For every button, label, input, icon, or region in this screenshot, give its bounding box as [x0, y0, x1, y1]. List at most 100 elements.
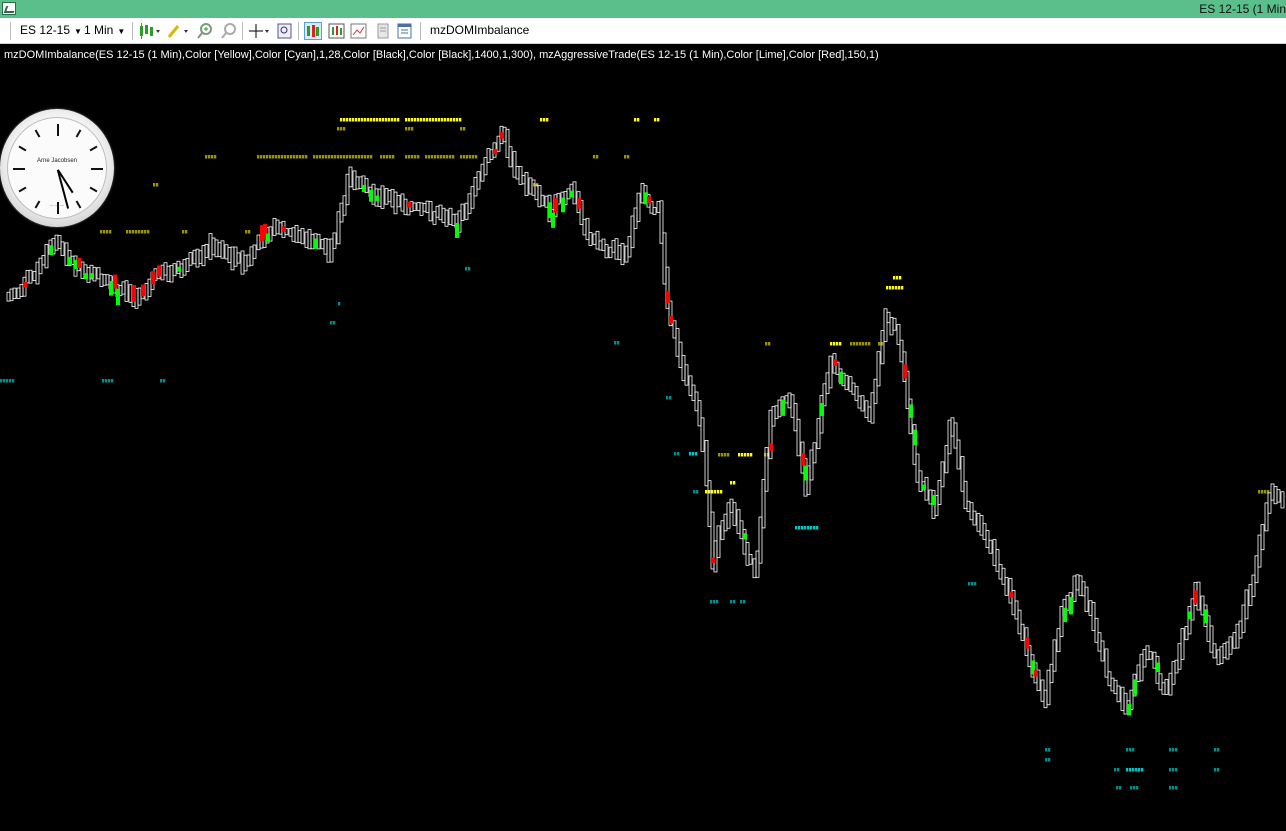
aggressive-sell-marker — [493, 149, 497, 155]
price-bar — [348, 166, 353, 188]
properties-button[interactable] — [374, 22, 392, 40]
aggressive-sell-marker — [801, 452, 805, 466]
ask-imbalance-marker — [358, 155, 361, 159]
ask-imbalance-marker — [901, 286, 904, 290]
zoom-out-button[interactable] — [220, 22, 238, 40]
price-bar — [326, 238, 331, 263]
ask-imbalance-marker — [747, 453, 750, 457]
chart-properties-button[interactable] — [396, 22, 414, 40]
zoom-in-button[interactable] — [196, 22, 214, 40]
price-bar — [528, 177, 533, 195]
price-bar — [1091, 602, 1096, 631]
indicator-label: mzDOMImbalance(ES 12-15 (1 Min),Color [Y… — [4, 49, 879, 61]
chart-trader-button[interactable] — [304, 22, 322, 40]
bid-imbalance-marker — [713, 600, 716, 604]
bid-imbalance-marker — [330, 321, 333, 325]
ask-imbalance-marker — [893, 276, 896, 280]
interval-dropdown[interactable]: 1 Min ▼ — [84, 23, 125, 37]
ask-imbalance-marker — [340, 127, 343, 131]
aggressive-sell-marker — [666, 291, 670, 304]
price-bar — [224, 244, 229, 260]
price-bar — [723, 513, 728, 532]
ask-imbalance-marker — [437, 155, 440, 159]
price-bar — [659, 200, 664, 244]
ask-imbalance-marker — [429, 118, 432, 122]
price-bar — [60, 241, 65, 256]
bid-imbalance-marker — [1141, 768, 1144, 772]
price-bar — [937, 480, 942, 505]
ask-imbalance-marker — [394, 118, 397, 122]
aggressive-buy-marker — [913, 429, 917, 446]
interval-label: 1 Min — [84, 23, 114, 37]
price-bar — [1225, 641, 1230, 660]
price-bar — [441, 207, 446, 223]
ask-imbalance-marker — [391, 118, 394, 122]
ask-imbalance-marker — [383, 155, 386, 159]
bid-imbalance-marker — [801, 526, 804, 530]
price-bar — [124, 280, 129, 302]
price-bar — [25, 270, 30, 284]
price-bar — [41, 255, 46, 266]
app-icon[interactable] — [2, 2, 16, 15]
price-bar — [518, 166, 523, 185]
ask-imbalance-marker — [343, 155, 346, 159]
bid-imbalance-marker — [798, 526, 801, 530]
bid-imbalance-marker — [1214, 748, 1217, 752]
ask-imbalance-marker — [839, 342, 842, 346]
ask-imbalance-marker — [423, 118, 426, 122]
drawing-tool-button[interactable] — [166, 22, 188, 40]
price-bar — [396, 195, 401, 208]
bid-imbalance-marker — [1130, 786, 1133, 790]
bid-imbalance-marker — [1132, 748, 1135, 752]
ask-imbalance-marker — [388, 118, 391, 122]
aggressive-buy-marker — [1133, 679, 1137, 695]
bid-imbalance-marker — [1172, 748, 1175, 752]
price-bar — [950, 417, 955, 437]
window-icon — [397, 23, 412, 39]
price-bar — [144, 283, 149, 301]
price-bar — [1180, 628, 1185, 660]
ask-imbalance-marker — [1258, 490, 1261, 494]
ask-imbalance-marker — [459, 118, 462, 122]
aggressive-buy-marker — [455, 222, 459, 238]
price-bar — [1219, 646, 1224, 665]
price-bar — [192, 249, 197, 265]
price-bar — [1104, 648, 1109, 678]
price-bar — [883, 308, 888, 342]
ask-imbalance-marker — [287, 155, 290, 159]
ask-imbalance-marker — [211, 155, 214, 159]
instrument-dropdown[interactable]: ES 12-15 ▼ — [20, 23, 82, 37]
aggressive-buy-marker — [369, 189, 373, 202]
strategies-button[interactable] — [350, 22, 368, 40]
ask-imbalance-marker — [741, 453, 744, 457]
ask-imbalance-marker — [540, 118, 543, 122]
price-bar — [358, 176, 363, 189]
price-bar — [400, 193, 405, 212]
aggressive-buy-marker — [820, 403, 824, 416]
aggressive-buy-marker — [1063, 607, 1067, 623]
price-bar — [476, 171, 481, 190]
data-box-button[interactable] — [276, 22, 294, 40]
indicators-button[interactable] — [328, 22, 346, 40]
ask-imbalance-marker — [281, 155, 284, 159]
price-bar — [464, 202, 469, 220]
ask-imbalance-marker — [132, 230, 135, 234]
ask-imbalance-marker — [452, 155, 455, 159]
ask-imbalance-marker — [257, 155, 260, 159]
crosshair-button[interactable] — [248, 22, 269, 40]
price-bar — [915, 453, 920, 483]
ask-imbalance-marker — [414, 118, 417, 122]
price-bar — [1161, 682, 1166, 695]
price-bar — [1257, 534, 1262, 568]
chart-style-button[interactable] — [138, 22, 160, 40]
price-chart[interactable] — [0, 44, 1286, 831]
price-bar — [732, 502, 737, 526]
ask-imbalance-marker — [898, 286, 901, 290]
ask-imbalance-marker — [475, 155, 478, 159]
price-bar — [166, 265, 171, 282]
price-bar — [1174, 659, 1179, 674]
price-bar — [198, 250, 203, 264]
price-bar — [624, 245, 629, 263]
ask-imbalance-marker — [727, 453, 730, 457]
ask-imbalance-marker — [385, 118, 388, 122]
